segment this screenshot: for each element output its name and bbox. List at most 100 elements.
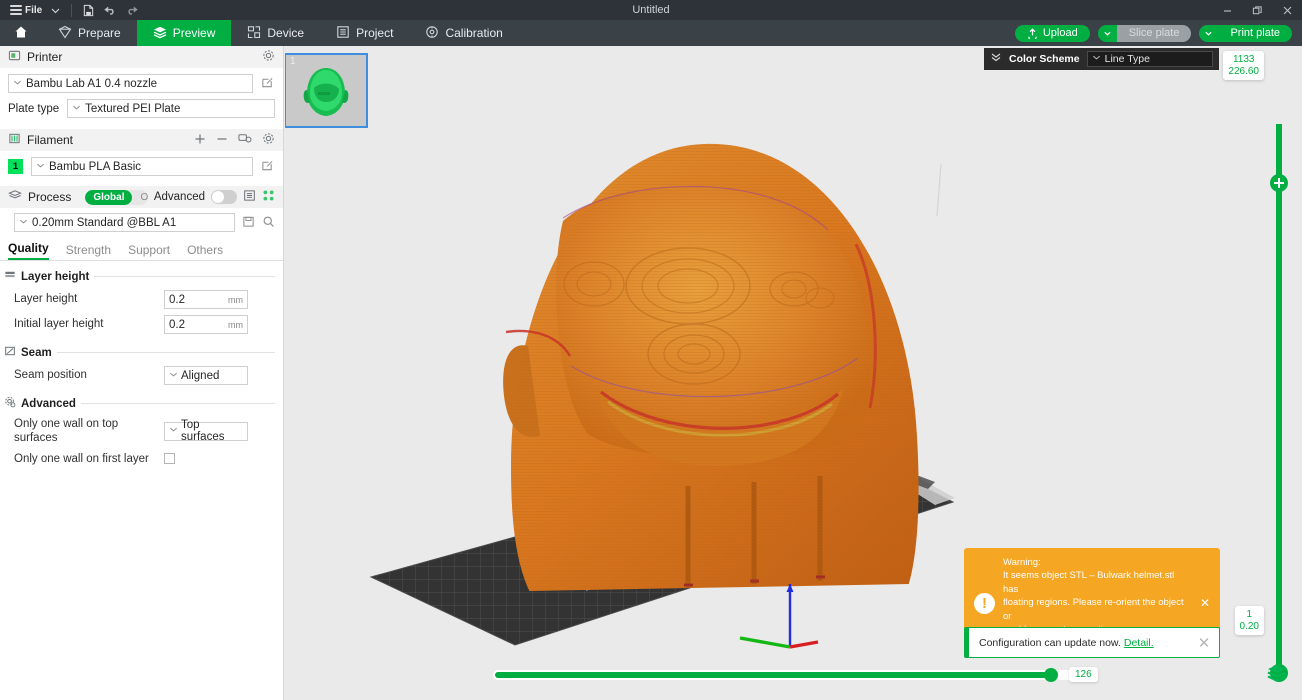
scope-global-button[interactable]: Global — [85, 190, 132, 205]
close-icon[interactable] — [1272, 0, 1302, 20]
filament-icon — [8, 132, 21, 148]
tab-device[interactable]: Device — [231, 20, 320, 46]
close-icon[interactable]: ✕ — [1195, 634, 1213, 652]
plate-type-row: Plate type Textured PEI Plate — [0, 99, 283, 124]
sub-tab-support[interactable]: Support — [128, 243, 170, 260]
minimize-icon[interactable] — [1212, 0, 1242, 20]
seam-position-value: Aligned — [181, 370, 219, 382]
file-menu-button[interactable]: File — [6, 0, 46, 20]
sub-tab-others[interactable]: Others — [187, 243, 223, 260]
edit-filament-icon[interactable] — [261, 159, 275, 175]
moves-slider[interactable]: 126 — [493, 666, 1085, 684]
settings-list-icon[interactable] — [243, 189, 256, 205]
restore-icon[interactable] — [1242, 0, 1272, 20]
process-preset-select[interactable]: 0.20mm Standard @BBL A1 — [14, 213, 235, 232]
process-preset-row: 0.20mm Standard @BBL A1 — [0, 208, 283, 237]
device-icon — [247, 25, 261, 42]
layer-slider-upper-height: 226.60 — [1228, 66, 1259, 78]
printer-section-title: Printer — [27, 50, 62, 64]
plate-type-select[interactable]: Textured PEI Plate — [67, 99, 275, 118]
plus-icon[interactable] — [194, 133, 206, 148]
main-tab-bar: Prepare Preview Device Project Calibrati… — [0, 20, 1302, 46]
filament-header-actions — [194, 132, 275, 148]
moves-slider-handle[interactable] — [1044, 668, 1058, 682]
layer-slider-track[interactable] — [1276, 124, 1282, 678]
tab-prepare-label: Prepare — [78, 26, 121, 40]
print-plate-dropdown[interactable] — [1199, 25, 1218, 42]
gear-icon[interactable] — [262, 132, 275, 148]
gear-icon[interactable] — [262, 49, 275, 65]
layer-slider[interactable] — [1273, 124, 1285, 678]
configuration-detail-link[interactable]: Detail. — [1124, 637, 1154, 649]
filament-index-badge[interactable]: 1 — [8, 159, 23, 174]
row-seam-position-label: Seam position — [14, 368, 164, 382]
layers-icon[interactable] — [1266, 663, 1288, 688]
redo-icon[interactable] — [121, 0, 143, 20]
seam-position-select[interactable]: Aligned — [164, 366, 248, 385]
chevron-down-icon[interactable] — [46, 0, 65, 20]
print-plate-button[interactable]: Print plate — [1218, 25, 1292, 42]
color-scheme-select[interactable]: Line Type — [1087, 51, 1213, 67]
tab-project[interactable]: Project — [320, 20, 409, 46]
minus-icon[interactable] — [216, 133, 228, 148]
undo-icon[interactable] — [99, 0, 121, 20]
initial-layer-height-unit: mm — [228, 320, 243, 330]
tab-project-label: Project — [356, 26, 393, 40]
tab-preview-label: Preview — [173, 26, 216, 40]
initial-layer-height-input[interactable]: 0.2 mm — [164, 315, 248, 334]
save-preset-icon[interactable] — [242, 215, 255, 231]
slice-plate-dropdown[interactable] — [1098, 25, 1117, 42]
tab-calibration-label: Calibration — [445, 26, 502, 40]
process-section-header: Process Global Objects Advanced — [0, 186, 283, 208]
plate-thumbnail-1[interactable]: 1 — [285, 53, 368, 128]
print-plate-group: Print plate — [1199, 25, 1292, 42]
printer-section-header: Printer — [0, 46, 283, 68]
search-icon[interactable] — [262, 215, 275, 231]
filament-section-title: Filament — [27, 133, 73, 147]
window-controls — [1212, 0, 1302, 20]
printer-icon — [8, 49, 21, 65]
compare-icon[interactable] — [262, 189, 275, 205]
group-advanced-title: Advanced — [21, 398, 76, 410]
calibration-icon — [425, 25, 439, 42]
slice-plate-button[interactable]: Slice plate — [1117, 25, 1192, 42]
upload-button[interactable]: Upload — [1015, 25, 1090, 42]
advanced-icon — [4, 396, 16, 411]
3d-viewport[interactable]: Bambu Textured PEI Plate — [285, 46, 1302, 700]
layer-height-input[interactable]: 0.2 mm — [164, 290, 248, 309]
filament-row: 1 Bambu PLA Basic — [0, 151, 283, 182]
layer-slider-upper-layer: 1133 — [1228, 54, 1259, 66]
new-project-icon[interactable] — [78, 0, 99, 20]
layer-slider-lower-tooltip: 1 0.20 — [1235, 606, 1264, 635]
one-wall-first-layer-checkbox[interactable] — [164, 453, 175, 464]
edit-printer-icon[interactable] — [261, 76, 275, 92]
layer-height-icon — [4, 269, 16, 284]
chevron-down-icon — [72, 103, 81, 115]
advanced-toggle[interactable] — [211, 190, 237, 204]
tab-prepare[interactable]: Prepare — [42, 20, 137, 46]
filament-select[interactable]: Bambu PLA Basic — [31, 157, 253, 176]
one-wall-top-value: Top surfaces — [181, 419, 243, 443]
tab-bar-actions: Upload Slice plate Print plate — [1015, 20, 1302, 46]
close-icon[interactable]: ✕ — [1198, 596, 1212, 610]
group-layer-height: Layer height — [0, 261, 283, 287]
process-header-actions — [243, 189, 275, 205]
tab-calibration[interactable]: Calibration — [409, 20, 518, 46]
seam-icon — [4, 345, 16, 360]
title-bar-left-tools: File — [0, 0, 143, 20]
sub-tab-quality[interactable]: Quality — [8, 241, 49, 260]
home-button[interactable] — [0, 20, 42, 46]
scope-objects-button[interactable]: Objects — [132, 190, 147, 205]
title-bar: File Untitled — [0, 0, 1302, 20]
moves-slider-fill — [495, 672, 1051, 678]
filament-group-icon[interactable] — [238, 132, 252, 148]
one-wall-top-select[interactable]: Top surfaces — [164, 422, 248, 441]
layer-slider-upper-handle[interactable] — [1270, 174, 1288, 192]
chevron-collapse-icon[interactable] — [990, 50, 1002, 68]
sub-tab-strength[interactable]: Strength — [66, 243, 111, 260]
tab-preview[interactable]: Preview — [137, 20, 232, 46]
group-divider — [81, 403, 275, 404]
color-scheme-value: Line Type — [1105, 53, 1150, 65]
warning-line-1: Warning: — [1003, 556, 1190, 569]
printer-model-select[interactable]: Bambu Lab A1 0.4 nozzle — [8, 74, 253, 93]
